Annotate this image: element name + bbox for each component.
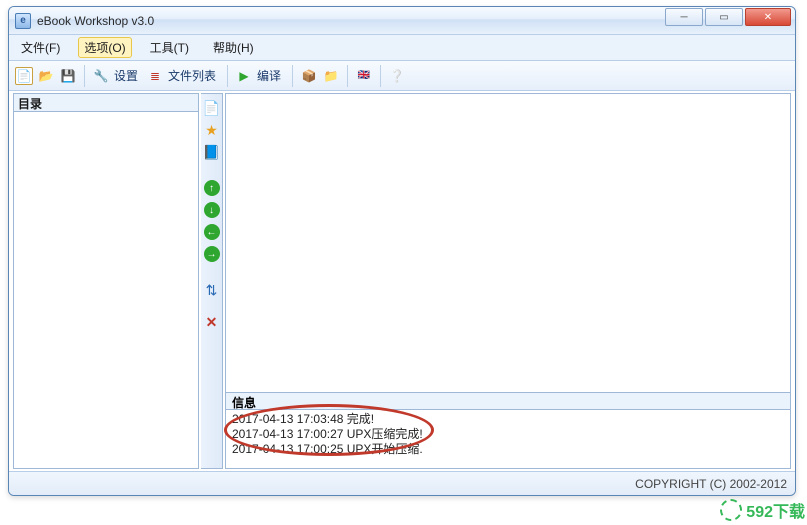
compile-icon[interactable]: ▶ [235, 67, 253, 85]
minimize-button[interactable]: ─ [665, 8, 703, 26]
compile-label[interactable]: 编译 [257, 67, 281, 84]
separator [380, 65, 381, 87]
toc-header: 目录 [14, 94, 198, 112]
separator [292, 65, 293, 87]
sort-icon[interactable]: ⇅ [204, 282, 220, 298]
separator [347, 65, 348, 87]
book-icon[interactable]: 📘 [204, 144, 220, 160]
preview-area[interactable] [226, 94, 790, 392]
window-controls: ─ ▭ ✕ [665, 8, 791, 26]
help-icon[interactable]: ❔ [388, 67, 406, 85]
client-area: 目录 📄 ★ 📘 ↑ ↓ ← → ⇅ ✕ 信息 2017-04-13 17:03… [11, 93, 793, 471]
separator [84, 65, 85, 87]
log-line: 2017-04-13 17:00:25 UPX开始压缩. [232, 442, 784, 457]
language-icon[interactable]: 🇬🇧 [355, 67, 373, 85]
app-icon: e [15, 13, 31, 29]
toolbar: 📄 📂 💾 🔧 设置 ≣ 文件列表 ▶ 编译 📦 📁 🇬🇧 ❔ [9, 61, 795, 91]
delete-icon[interactable]: ✕ [204, 314, 220, 330]
settings-label[interactable]: 设置 [114, 67, 138, 84]
statusbar: COPYRIGHT (C) 2002-2012 [9, 471, 795, 495]
menu-help[interactable]: 帮助(H) [207, 37, 260, 58]
filelist-icon[interactable]: ≣ [146, 67, 164, 85]
info-header: 信息 [226, 392, 790, 410]
left-panel: 目录 [13, 93, 199, 469]
toc-body[interactable] [14, 112, 198, 468]
log-line: 2017-04-13 17:00:27 UPX压缩完成! [232, 427, 784, 442]
new-icon[interactable]: 📄 [15, 67, 33, 85]
menubar: 文件(F) 选项(O) 工具(T) 帮助(H) [9, 35, 795, 61]
right-arrow-icon[interactable]: → [204, 246, 220, 262]
star-icon[interactable]: ★ [204, 122, 220, 138]
vertical-toolbar: 📄 ★ 📘 ↑ ↓ ← → ⇅ ✕ [201, 93, 223, 469]
app-window: e eBook Workshop v3.0 ─ ▭ ✕ 文件(F) 选项(O) … [8, 6, 796, 496]
package-icon[interactable]: 📦 [300, 67, 318, 85]
copyright-text: COPYRIGHT (C) 2002-2012 [635, 477, 787, 491]
down-arrow-icon[interactable]: ↓ [204, 202, 220, 218]
watermark: 592下载 [720, 498, 805, 522]
right-panel: 信息 2017-04-13 17:03:48 完成! 2017-04-13 17… [225, 93, 791, 469]
settings-icon[interactable]: 🔧 [92, 67, 110, 85]
menu-tools[interactable]: 工具(T) [144, 37, 195, 58]
left-arrow-icon[interactable]: ← [204, 224, 220, 240]
maximize-button[interactable]: ▭ [705, 8, 743, 26]
folder-icon[interactable]: 📁 [322, 67, 340, 85]
menu-file[interactable]: 文件(F) [15, 37, 66, 58]
up-arrow-icon[interactable]: ↑ [204, 180, 220, 196]
separator [227, 65, 228, 87]
watermark-text: 592下载 [746, 498, 805, 522]
close-button[interactable]: ✕ [745, 8, 791, 26]
info-body: 2017-04-13 17:03:48 完成! 2017-04-13 17:00… [226, 410, 790, 468]
log-line: 2017-04-13 17:03:48 完成! [232, 412, 784, 427]
watermark-icon [720, 499, 742, 521]
titlebar: e eBook Workshop v3.0 ─ ▭ ✕ [9, 7, 795, 35]
open-icon[interactable]: 📂 [37, 67, 55, 85]
menu-options[interactable]: 选项(O) [78, 37, 131, 58]
filelist-label[interactable]: 文件列表 [168, 67, 216, 84]
window-title: eBook Workshop v3.0 [37, 14, 154, 28]
page-icon[interactable]: 📄 [204, 100, 220, 116]
save-icon[interactable]: 💾 [59, 67, 77, 85]
